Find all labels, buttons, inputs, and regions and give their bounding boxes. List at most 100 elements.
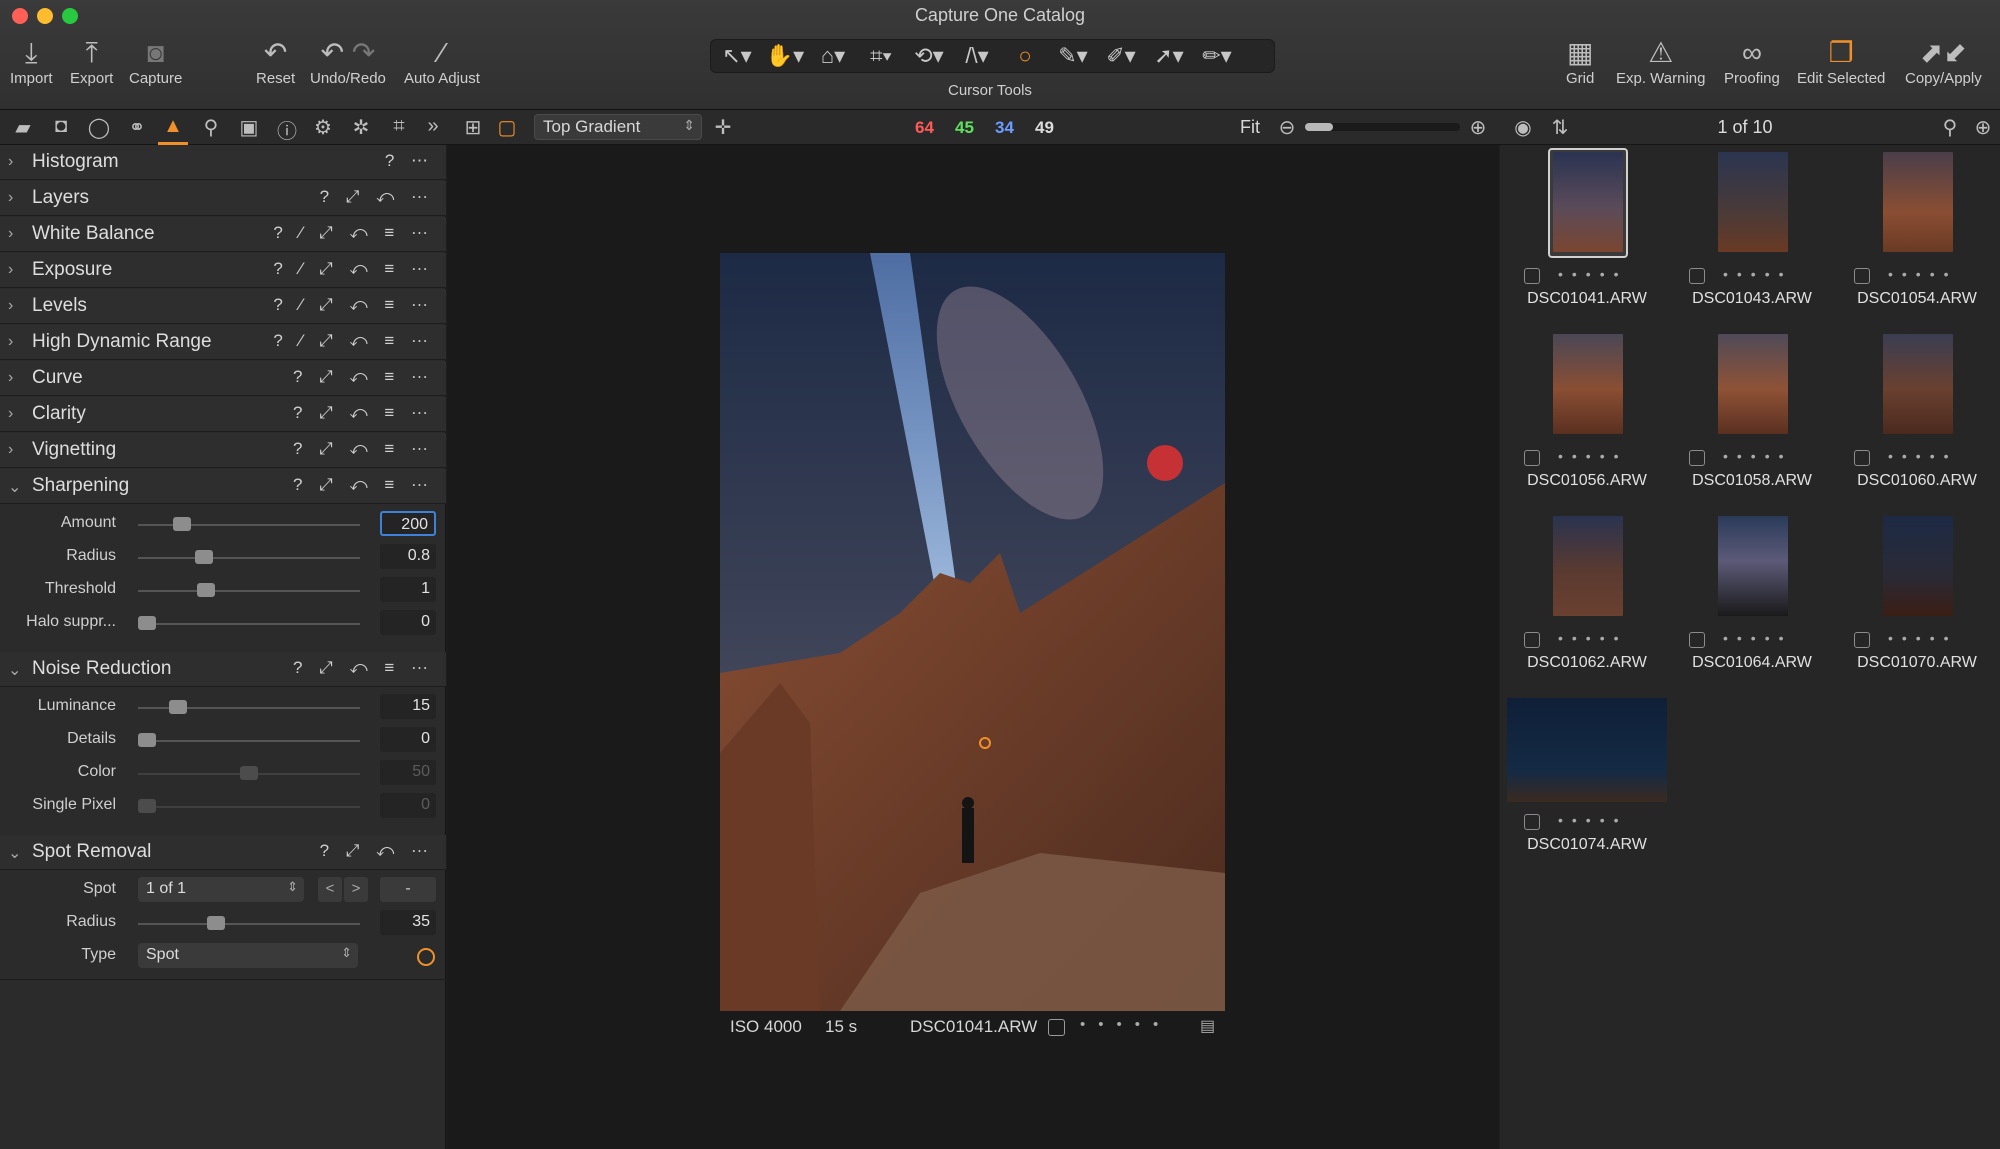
spot-remove-button[interactable]: - [380,877,436,902]
thumbnail-item[interactable]: ••••• DSC01064.ARW [1675,512,1829,682]
thumbnail-checkbox[interactable] [1854,450,1870,466]
zoom-in-icon[interactable]: ⊕ [1463,115,1493,140]
auto-adjust-button[interactable]: ⁄ Auto Adjust [404,36,480,87]
thumbnail-item[interactable]: ••••• DSC01062.ARW [1510,512,1664,682]
tool-actions[interactable]: ? ⤢ ↶ ⋯ [320,841,434,861]
export-button[interactable]: ⤒ Export [70,36,113,87]
capture-button[interactable]: ◙ Capture [129,36,182,87]
thumbnail-rating-dots[interactable]: ••••• [1888,266,1958,282]
tool-noise-reduction[interactable]: ⌄ Noise Reduction ? ⤢ ↶ ≡ ⋯ [0,652,446,687]
tool-spot-removal[interactable]: ⌄ Spot Removal ? ⤢ ↶ ⋯ [0,835,446,870]
batch-tab-icon[interactable]: ✲ [346,115,376,140]
thumbnail-rating-dots[interactable]: ••••• [1558,812,1628,828]
spot-type-select[interactable]: Spot ⇕ [138,943,358,968]
thumbnail-rating-dots[interactable]: ••••• [1558,448,1628,464]
spot-radius-input[interactable]: 35 [380,910,436,935]
adjustments-tab-icon[interactable]: ▣ [234,115,264,140]
more-tabs-icon[interactable]: » [418,115,448,138]
exposure-warning-button[interactable]: ⚠ Exp. Warning [1616,36,1705,87]
spot-radius-knob[interactable] [207,916,226,930]
viewer-info-icon[interactable]: ▤ [1200,1016,1215,1036]
pan-hand-icon[interactable]: ✋▾ [763,43,807,69]
tool-histogram[interactable]: › Histogram ? ⋯ [0,145,446,180]
sharpening-amount-input[interactable]: 200 [380,511,436,536]
tool-actions[interactable]: ? ⁄ ⤢ ↶ ≡ ⋯ [273,223,434,243]
lens-tab-icon[interactable]: ◯ [84,115,114,140]
spot-cursor-icon[interactable] [417,948,435,966]
add-layer-icon[interactable]: ✛ [708,115,738,140]
sharpening-halo-slider[interactable] [138,623,360,625]
pen-icon[interactable]: ✏▾ [1195,43,1239,69]
tool-vignetting[interactable]: › Vignetting ? ⤢ ↶ ≡ ⋯ [0,433,446,468]
spot-radius-slider[interactable] [138,923,360,925]
crop-icon[interactable]: ⌗▾ [859,43,903,69]
thumbnail-checkbox[interactable] [1524,814,1540,830]
thumbnail-checkbox[interactable] [1524,268,1540,284]
tool-sharpening[interactable]: ⌄ Sharpening ? ⤢ ↶ ≡ ⋯ [0,469,446,504]
thumbnail-item[interactable]: ••••• DSC01070.ARW [1840,512,1994,682]
tool-actions[interactable]: ? ⤢ ↶ ≡ ⋯ [293,439,434,459]
grid-button[interactable]: ▦ Grid [1566,36,1594,87]
loupe-icon[interactable]: ⌂▾ [811,43,855,69]
noise-details-knob[interactable] [138,733,156,747]
zoom-out-icon[interactable]: ⊖ [1272,115,1302,140]
proofing-button[interactable]: ∞ Proofing [1724,36,1780,87]
tool-layers[interactable]: › Layers ? ⤢ ↶ ⋯ [0,181,446,216]
single-view-icon[interactable]: ▢ [492,115,522,140]
library-tab-icon[interactable]: ▰ [8,115,38,140]
noise-details-input[interactable]: 0 [380,727,436,752]
spot-removal-icon[interactable]: ○ [1003,43,1047,69]
thumbnail-item[interactable]: ••••• DSC01043.ARW [1675,148,1829,318]
thumbnail-checkbox[interactable] [1689,268,1705,284]
sharpening-radius-input[interactable]: 0.8 [380,544,436,569]
tool-clarity[interactable]: › Clarity ? ⤢ ↶ ≡ ⋯ [0,397,446,432]
thumbnail-checkbox[interactable] [1524,632,1540,648]
import-button[interactable]: ⤓ Import [10,36,53,87]
thumbnail-item[interactable]: ••••• DSC01058.ARW [1675,330,1829,500]
sharpening-threshold-knob[interactable] [197,583,216,597]
capture-tab-icon[interactable]: ◘ [46,115,76,138]
multi-view-icon[interactable]: ⊞ [458,115,488,140]
noise-luminance-knob[interactable] [168,700,187,714]
metadata-tab-icon[interactable]: ⓘ [272,115,302,144]
thumbnail-rating-dots[interactable]: ••••• [1723,266,1793,282]
zoom-slider[interactable] [1305,123,1460,131]
tool-actions[interactable]: ? ⤢ ↶ ≡ ⋯ [293,367,434,387]
keystone-icon[interactable]: /\▾ [955,43,999,69]
thumbnail-rating-dots[interactable]: ••••• [1558,266,1628,282]
mask-layer-select[interactable]: Top Gradient ⇕ [534,114,702,140]
tool-exposure[interactable]: › Exposure ? ⁄ ⤢ ↶ ≡ ⋯ [0,253,446,288]
output-tab-icon[interactable]: ⚙ [308,115,338,140]
brush-icon[interactable]: ✎▾ [1051,43,1095,69]
sharpening-threshold-input[interactable]: 1 [380,577,436,602]
edit-selected-button[interactable]: ❐ Edit Selected [1797,36,1885,87]
spot-next-button[interactable]: > [344,877,368,902]
viewer-select-checkbox[interactable] [1048,1019,1065,1036]
sharpening-amount-knob[interactable] [172,517,191,531]
sharpening-threshold-slider[interactable] [138,590,360,592]
noise-luminance-input[interactable]: 15 [380,694,436,719]
exposure-tab-icon[interactable]: ▲ [158,115,188,145]
spot-previous-button[interactable]: < [318,877,342,902]
undo-redo-button[interactable]: ↶ ↷ Undo/Redo [310,36,386,87]
tool-levels[interactable]: › Levels ? ⁄ ⤢ ↶ ≡ ⋯ [0,289,446,324]
tool-actions[interactable]: ? ⤢ ↶ ≡ ⋯ [293,475,434,495]
tool-actions[interactable]: ? ⁄ ⤢ ↶ ≡ ⋯ [273,331,434,351]
crop-tab-icon[interactable]: ⌗ [384,115,414,138]
tool-actions[interactable]: ? ⁄ ⤢ ↶ ≡ ⋯ [273,259,434,279]
thumbnail-checkbox[interactable] [1854,632,1870,648]
thumbnail-item[interactable]: ••••• DSC01074.ARW [1507,694,1667,864]
zoom-browser-icon[interactable]: ⊕ [1968,115,1998,140]
sharpening-radius-slider[interactable] [138,557,360,559]
viewer-rating-dots[interactable]: ••••• [1080,1016,1171,1033]
tool-actions[interactable]: ? ⋯ [385,151,434,171]
rotate-icon[interactable]: ⟲▾ [907,43,951,69]
thumbnail-checkbox[interactable] [1524,450,1540,466]
tool-actions[interactable]: ? ⁄ ⤢ ↶ ≡ ⋯ [273,295,434,315]
tool-curve[interactable]: › Curve ? ⤢ ↶ ≡ ⋯ [0,361,446,396]
thumbnail-checkbox[interactable] [1854,268,1870,284]
main-photo[interactable] [720,253,1225,1011]
eye-icon[interactable]: ◉ [1508,115,1538,140]
color-tab-icon[interactable]: ⚭ [122,115,152,140]
tool-actions[interactable]: ? ⤢ ↶ ⋯ [320,187,434,207]
